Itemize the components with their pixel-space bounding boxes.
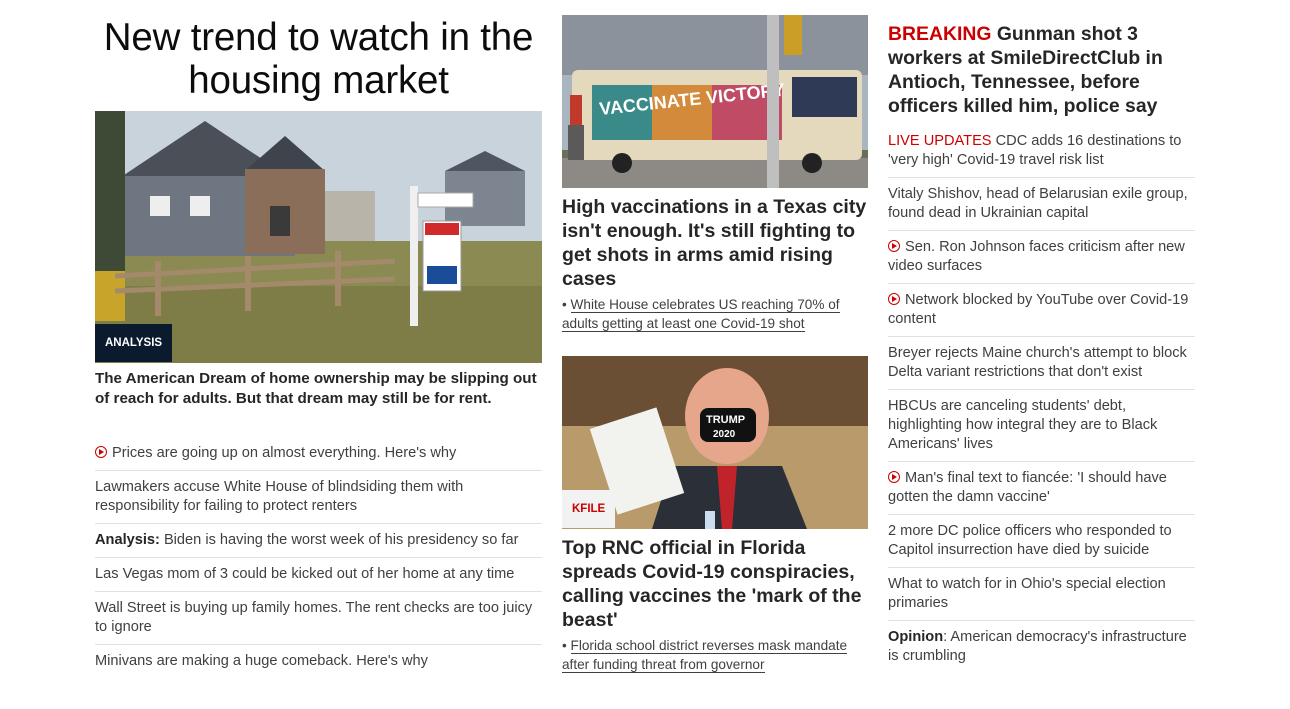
breaking-headline[interactable]: BREAKING Gunman shot 3 workers at SmileD… bbox=[888, 22, 1195, 118]
list-item[interactable]: 2 more DC police officers who responded … bbox=[888, 515, 1195, 568]
bus-image[interactable]: VACCINATE VICTORY bbox=[562, 15, 868, 188]
list-item[interactable]: Breyer rejects Maine church's attempt to… bbox=[888, 337, 1195, 390]
list-item[interactable]: Las Vegas mom of 3 could be kicked out o… bbox=[95, 558, 542, 592]
main-headline[interactable]: New trend to watch in the housing market bbox=[95, 16, 542, 102]
list-item[interactable]: Minivans are making a huge comeback. Her… bbox=[95, 645, 542, 679]
breaking-label: BREAKING bbox=[888, 23, 992, 45]
list-item[interactable]: Prices are going up on almost everything… bbox=[95, 437, 542, 471]
list-item[interactable]: What to watch for in Ohio's special elec… bbox=[888, 568, 1195, 621]
list-item[interactable]: Sen. Ron Johnson faces criticism after n… bbox=[888, 231, 1195, 284]
svg-text:2020: 2020 bbox=[713, 429, 736, 440]
kfile-tag: KFILE bbox=[562, 490, 616, 528]
list-item[interactable]: LIVE UPDATES CDC adds 16 destinations to… bbox=[888, 124, 1195, 178]
list-item[interactable]: Opinion: American democracy's infrastruc… bbox=[888, 621, 1195, 674]
left-headline-list: Prices are going up on almost everything… bbox=[95, 437, 542, 679]
list-item[interactable]: HBCUs are canceling students' debt, high… bbox=[888, 390, 1195, 462]
story2-sublink[interactable]: • Florida school district reverses mask … bbox=[562, 636, 868, 674]
story2-headline[interactable]: Top RNC official in Florida spreads Covi… bbox=[562, 536, 868, 632]
list-item[interactable]: Lawmakers accuse White House of blindsid… bbox=[95, 471, 542, 524]
list-item[interactable]: Vitaly Shishov, head of Belarusian exile… bbox=[888, 178, 1195, 231]
story1-headline[interactable]: High vaccinations in a Texas city isn't … bbox=[562, 195, 868, 291]
play-icon bbox=[888, 471, 900, 483]
list-item[interactable]: Man's final text to fiancée: 'I should h… bbox=[888, 462, 1195, 515]
live-updates-label: LIVE UPDATES bbox=[888, 133, 992, 149]
analysis-tag: ANALYSIS bbox=[95, 324, 173, 362]
play-icon bbox=[888, 240, 900, 252]
mask-text: TRUMP bbox=[706, 414, 745, 426]
list-item[interactable]: Analysis: Biden is having the worst week… bbox=[95, 524, 542, 558]
list-item[interactable]: Wall Street is buying up family homes. T… bbox=[95, 592, 542, 645]
list-item[interactable]: Network blocked by YouTube over Covid-19… bbox=[888, 284, 1195, 337]
play-icon bbox=[95, 446, 107, 458]
right-headline-list: LIVE UPDATES CDC adds 16 destinations to… bbox=[888, 124, 1195, 674]
story1-sublink[interactable]: • White House celebrates US reaching 70%… bbox=[562, 295, 868, 333]
lead-summary[interactable]: The American Dream of home ownership may… bbox=[95, 369, 542, 409]
play-icon bbox=[888, 293, 900, 305]
